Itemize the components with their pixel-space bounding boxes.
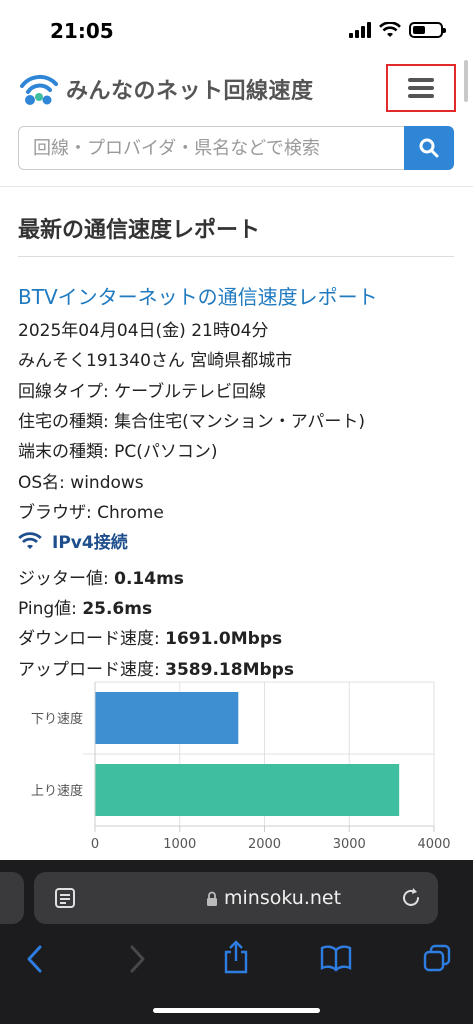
wifi-icon bbox=[18, 531, 42, 549]
status-icons bbox=[349, 22, 446, 38]
status-time: 21:05 bbox=[50, 19, 114, 43]
home-indicator bbox=[153, 1008, 320, 1013]
x-tick-label: 2000 bbox=[248, 837, 281, 852]
report-line-type: 回線タイプ: ケーブルテレビ回線 bbox=[18, 382, 267, 402]
reload-icon[interactable] bbox=[400, 887, 422, 909]
address-bar[interactable]: minsoku.net bbox=[34, 872, 438, 924]
share-icon[interactable] bbox=[222, 940, 250, 974]
x-tick-label: 3000 bbox=[333, 837, 366, 852]
cellular-signal-icon bbox=[349, 22, 371, 38]
menu-button[interactable] bbox=[386, 64, 456, 112]
site-logo[interactable]: みんなのネット回線速度 bbox=[18, 72, 314, 106]
bookmarks-icon[interactable] bbox=[320, 944, 352, 972]
search-input[interactable] bbox=[18, 126, 404, 170]
report-title-link[interactable]: BTVインターネットの通信速度レポート bbox=[18, 281, 378, 310]
report-browser: ブラウザ: Chrome bbox=[18, 503, 164, 523]
speed-chart: 0 1000 2000 3000 4000 下り速度上り速度 bbox=[0, 680, 473, 860]
ping-value: 25.6ms bbox=[82, 599, 153, 619]
report-download: ダウンロード速度: 1691.0Mbps bbox=[18, 629, 283, 649]
section-title: 最新の通信速度レポート bbox=[18, 218, 261, 243]
wifi-status-icon bbox=[379, 22, 401, 37]
jitter-value: 0.14ms bbox=[114, 569, 184, 589]
tabs-icon[interactable] bbox=[423, 944, 451, 972]
logo-wifi-icon bbox=[20, 74, 58, 105]
site-header: みんなのネット回線速度 bbox=[0, 64, 473, 114]
search-icon bbox=[419, 138, 439, 158]
browser-toolbar: minsoku.net bbox=[0, 860, 473, 1024]
speed-chart-svg: 0 1000 2000 3000 4000 下り速度上り速度 bbox=[31, 681, 451, 852]
category-label: 下り速度 bbox=[31, 711, 83, 727]
logo-text: みんなのネット回線速度 bbox=[66, 79, 314, 104]
x-tick-label: 0 bbox=[91, 837, 99, 852]
lock-icon bbox=[207, 891, 217, 906]
search-button[interactable] bbox=[404, 126, 454, 170]
report-os: OS名: windows bbox=[18, 473, 144, 493]
connection-label: IPv4接続 bbox=[52, 533, 128, 553]
x-tick-label: 4000 bbox=[417, 837, 450, 852]
previous-tab-preview[interactable] bbox=[0, 872, 24, 924]
bar-download bbox=[95, 692, 239, 744]
report-datetime: 2025年04月04日(金) 21時04分 bbox=[18, 321, 269, 341]
back-icon[interactable] bbox=[24, 944, 46, 974]
category-label: 上り速度 bbox=[31, 783, 83, 799]
hamburger-icon bbox=[408, 78, 434, 98]
url-text: minsoku.net bbox=[224, 887, 342, 909]
x-tick-label: 1000 bbox=[163, 837, 196, 852]
bar-upload bbox=[95, 764, 400, 816]
upload-value: 3589.18Mbps bbox=[165, 660, 294, 680]
connection-type: IPv4接続 bbox=[18, 528, 128, 553]
forward-icon[interactable] bbox=[126, 944, 148, 974]
download-value: 1691.0Mbps bbox=[165, 629, 283, 649]
report-housing: 住宅の種類: 集合住宅(マンション・アパート) bbox=[18, 412, 366, 432]
report-upload: アップロード速度: 3589.18Mbps bbox=[18, 660, 294, 680]
report-device: 端末の種類: PC(パソコン) bbox=[18, 442, 218, 462]
section-divider bbox=[18, 256, 454, 257]
search-form bbox=[18, 126, 454, 170]
reader-icon[interactable] bbox=[54, 887, 76, 909]
battery-icon bbox=[409, 22, 446, 38]
status-bar: 21:05 bbox=[0, 0, 473, 60]
report-jitter: ジッター値: 0.14ms bbox=[18, 569, 184, 589]
report-ping: Ping値: 25.6ms bbox=[18, 599, 153, 619]
scrollbar[interactable] bbox=[464, 60, 468, 102]
divider bbox=[0, 186, 473, 187]
report-user: みんそく191340さん 宮崎県都城市 bbox=[18, 351, 293, 371]
